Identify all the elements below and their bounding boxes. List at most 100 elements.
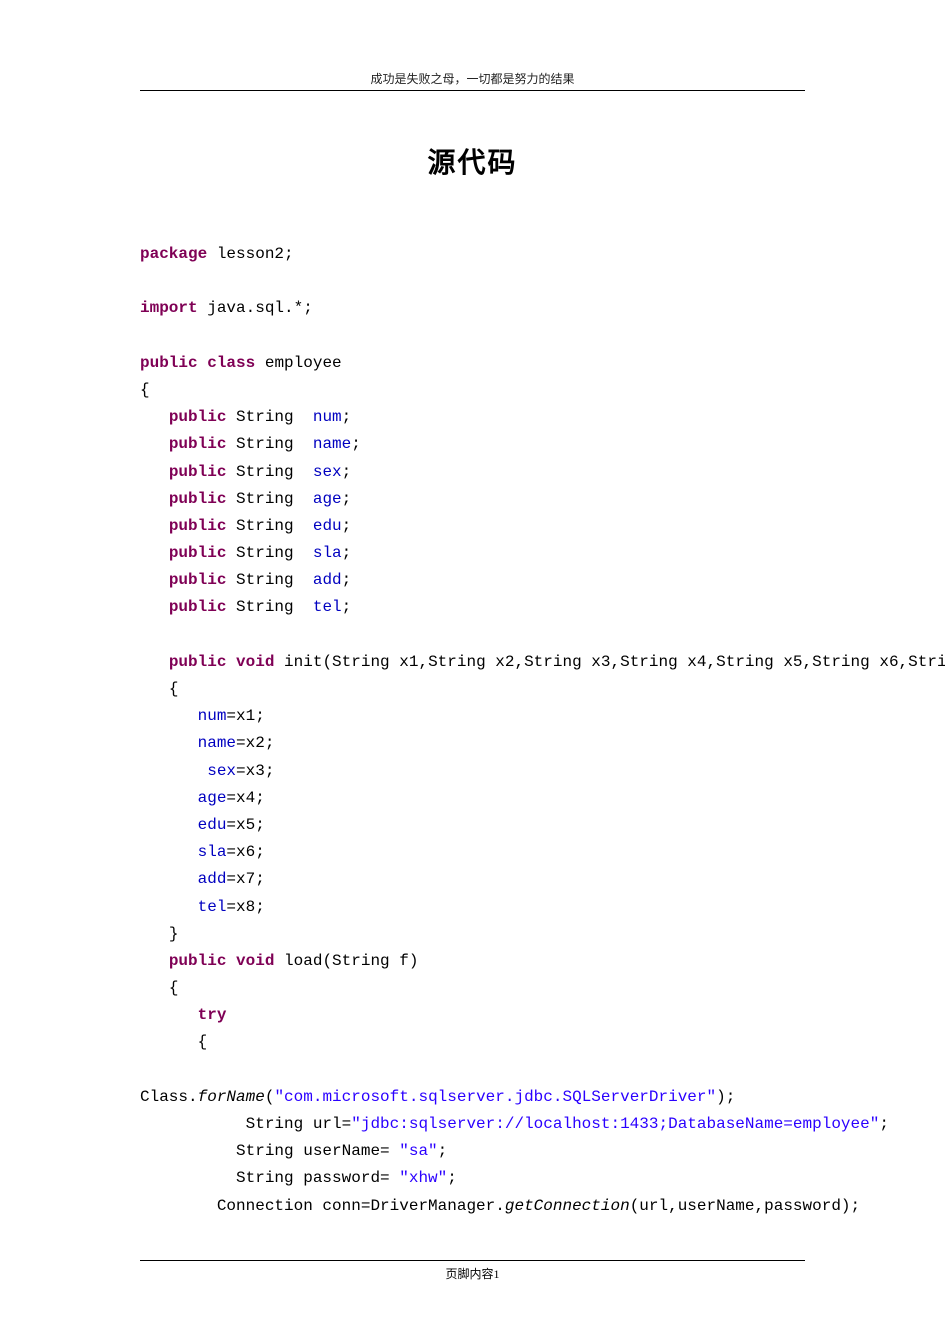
field-edu: edu xyxy=(313,517,342,535)
assign: =x2; xyxy=(236,734,274,752)
assign: =x1; xyxy=(226,707,264,725)
method-forname: forName xyxy=(198,1088,265,1106)
text: String url= xyxy=(140,1115,351,1133)
keyword-public: public xyxy=(169,463,227,481)
indent xyxy=(140,571,169,589)
brace-open: { xyxy=(169,979,179,997)
field-ref: tel xyxy=(198,898,227,916)
semi: ; xyxy=(342,408,352,426)
page-title: 源代码 xyxy=(140,141,805,181)
type-string: String xyxy=(226,490,312,508)
page-header: 成功是失败之母，一切都是努力的结果 xyxy=(140,70,805,91)
indent xyxy=(140,598,169,616)
text: Class. xyxy=(140,1088,198,1106)
indent xyxy=(140,435,169,453)
text: String password= xyxy=(140,1169,399,1187)
method-getconnection: getConnection xyxy=(505,1197,630,1215)
method-load: load(String f) xyxy=(274,952,418,970)
semi: ; xyxy=(342,544,352,562)
indent xyxy=(140,707,198,725)
assign: =x8; xyxy=(226,898,264,916)
method-init: init(String x1,String x2,String x3,Strin… xyxy=(274,653,945,671)
semi: ; xyxy=(342,463,352,481)
document-page: 成功是失败之母，一切都是努力的结果 源代码 package lesson2; i… xyxy=(0,0,945,1322)
keyword-public: public xyxy=(140,354,198,372)
keyword-import: import xyxy=(140,299,198,317)
keyword-public: public xyxy=(169,952,227,970)
keyword-public: public xyxy=(169,571,227,589)
indent xyxy=(140,870,198,888)
keyword-try: try xyxy=(198,1006,227,1024)
indent xyxy=(140,1033,198,1051)
keyword-public: public xyxy=(169,544,227,562)
indent xyxy=(140,517,169,535)
keyword-public: public xyxy=(169,435,227,453)
type-string: String xyxy=(226,463,312,481)
semi: ; xyxy=(438,1142,448,1160)
indent xyxy=(140,762,207,780)
indent xyxy=(140,952,169,970)
keyword-public: public xyxy=(169,490,227,508)
indent xyxy=(140,979,169,997)
indent xyxy=(140,925,169,943)
string-literal: "sa" xyxy=(399,1142,437,1160)
brace-open: { xyxy=(140,381,150,399)
indent xyxy=(140,490,169,508)
type-string: String xyxy=(226,408,312,426)
semi: ; xyxy=(447,1169,457,1187)
field-ref: age xyxy=(198,789,227,807)
type-string: String xyxy=(226,598,312,616)
text: String userName= xyxy=(140,1142,399,1160)
keyword-public: public xyxy=(169,408,227,426)
paren-close: ); xyxy=(716,1088,735,1106)
field-name: name xyxy=(313,435,351,453)
assign: =x4; xyxy=(226,789,264,807)
semi: ; xyxy=(342,571,352,589)
keyword-public: public xyxy=(169,653,227,671)
field-ref: add xyxy=(198,870,227,888)
indent xyxy=(140,1006,198,1024)
indent xyxy=(140,843,198,861)
indent xyxy=(140,408,169,426)
semi: ; xyxy=(351,435,361,453)
field-ref: num xyxy=(198,707,227,725)
field-sex: sex xyxy=(313,463,342,481)
class-name: employee xyxy=(255,354,341,372)
keyword-void: void xyxy=(236,653,274,671)
assign: =x6; xyxy=(226,843,264,861)
type-string: String xyxy=(226,517,312,535)
field-sla: sla xyxy=(313,544,342,562)
indent xyxy=(140,816,198,834)
code-block: package lesson2; import java.sql.*; publ… xyxy=(140,241,805,1220)
paren: ( xyxy=(265,1088,275,1106)
string-literal: "xhw" xyxy=(399,1169,447,1187)
keyword-package: package xyxy=(140,245,207,263)
field-ref: sla xyxy=(198,843,227,861)
field-age: age xyxy=(313,490,342,508)
assign: =x5; xyxy=(226,816,264,834)
field-ref: sex xyxy=(207,762,236,780)
field-add: add xyxy=(313,571,342,589)
text: Connection conn=DriverManager. xyxy=(140,1197,505,1215)
type-string: String xyxy=(226,544,312,562)
field-num: num xyxy=(313,408,342,426)
indent xyxy=(140,898,198,916)
indent xyxy=(140,734,198,752)
indent xyxy=(140,680,169,698)
type-string: String xyxy=(226,435,312,453)
keyword-class: class xyxy=(207,354,255,372)
page-footer: 页脚内容1 xyxy=(140,1260,805,1282)
keyword-public: public xyxy=(169,517,227,535)
field-ref: edu xyxy=(198,816,227,834)
field-ref: name xyxy=(198,734,236,752)
indent xyxy=(140,789,198,807)
indent xyxy=(140,463,169,481)
string-literal: "jdbc:sqlserver://localhost:1433;Databas… xyxy=(351,1115,879,1133)
semi: ; xyxy=(342,517,352,535)
assign: =x3; xyxy=(236,762,274,780)
keyword-void: void xyxy=(236,952,274,970)
semi: ; xyxy=(879,1115,889,1133)
type-string: String xyxy=(226,571,312,589)
brace-close: } xyxy=(169,925,179,943)
package-name: lesson2; xyxy=(207,245,293,263)
